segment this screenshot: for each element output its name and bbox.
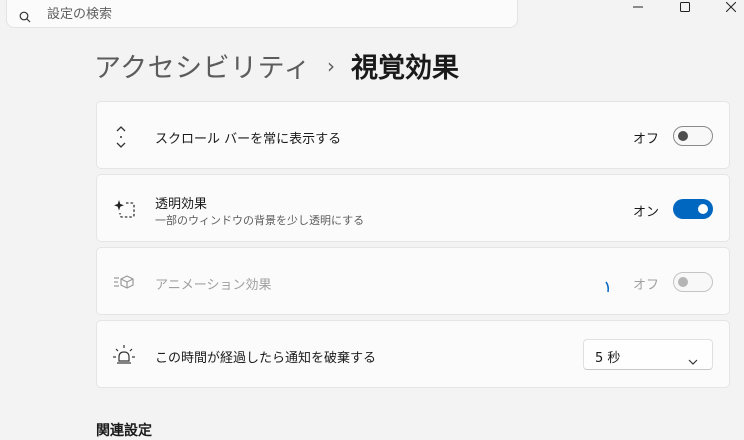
toggle-state-text: オン xyxy=(632,205,659,220)
transparency-icon xyxy=(113,199,135,223)
setting-card-animation: アニメーション効果 オフ xyxy=(96,247,730,315)
setting-card-scrollbar: スクロール バーを常に表示する オフ xyxy=(96,101,730,169)
minimize-button[interactable] xyxy=(618,0,658,14)
scrollbar-toggle[interactable] xyxy=(673,126,713,146)
toggle-state-text: オフ xyxy=(632,278,659,293)
notification-icon xyxy=(113,345,135,369)
setting-label: スクロール バーを常に表示する xyxy=(155,132,342,147)
close-icon xyxy=(726,2,736,12)
scrollbar-icon xyxy=(113,126,129,152)
search-box[interactable] xyxy=(6,0,518,28)
search-icon xyxy=(19,8,31,27)
page-title: 視覚効果 xyxy=(351,53,460,84)
setting-card-notification: この時間が経過したら通知を破棄する 5 秒 xyxy=(96,320,730,388)
animation-toggle[interactable] xyxy=(673,272,713,292)
loading-spinner-icon xyxy=(605,278,611,297)
breadcrumb-separator: › xyxy=(327,53,336,78)
breadcrumb-parent[interactable]: アクセシビリティ xyxy=(94,46,311,85)
setting-card-transparency: 透明効果 一部のウィンドウの背景を少し透明にする オン xyxy=(96,174,730,242)
dropdown-value: 5 秒 xyxy=(595,351,621,366)
maximize-button[interactable] xyxy=(665,0,705,14)
notification-timeout-dropdown[interactable]: 5 秒 xyxy=(583,339,713,370)
transparency-toggle[interactable] xyxy=(673,199,713,219)
setting-label: この時間が経過したら通知を破棄する xyxy=(155,351,377,366)
close-button[interactable] xyxy=(711,0,744,14)
maximize-icon xyxy=(680,2,690,12)
setting-label: アニメーション効果 xyxy=(155,278,272,293)
setting-description: 一部のウィンドウの背景を少し透明にする xyxy=(155,214,365,227)
setting-label: 透明効果 xyxy=(155,197,208,212)
breadcrumb: アクセシビリティ › 視覚効果 xyxy=(94,46,459,85)
chevron-down-icon xyxy=(688,350,698,369)
search-input[interactable] xyxy=(45,4,489,24)
related-settings-heading: 関連設定 xyxy=(96,423,152,439)
animation-icon xyxy=(113,274,135,294)
minimize-icon xyxy=(633,6,643,8)
toggle-state-text: オフ xyxy=(632,132,659,147)
